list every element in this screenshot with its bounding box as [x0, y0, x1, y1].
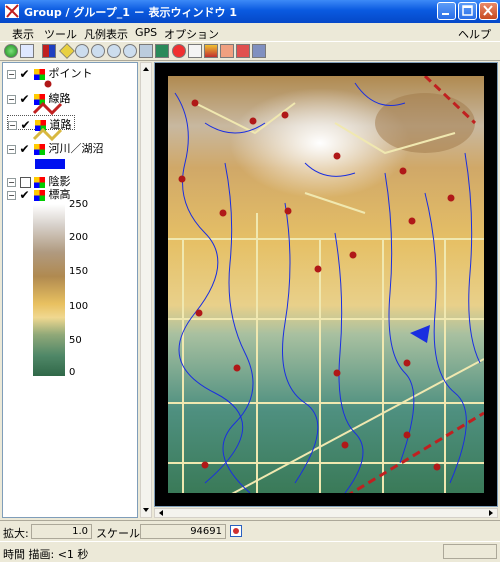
map-view[interactable]	[154, 62, 498, 507]
scale-field[interactable]: 94691	[140, 524, 226, 539]
menu-legend[interactable]: 凡例表示	[84, 26, 128, 42]
menu-bar: 表示 ツール 凡例表示 GPS オプション ヘルプ	[0, 23, 500, 41]
zoom-field[interactable]: 1.0	[31, 524, 92, 539]
vertical-scrollbar[interactable]	[140, 62, 152, 518]
horizontal-scrollbar[interactable]	[154, 508, 498, 518]
colorbar-tick: 0	[69, 367, 76, 378]
scale-apply-icon[interactable]	[230, 525, 242, 537]
menu-tools[interactable]: ツール	[44, 26, 77, 42]
collapse-icon[interactable]: −	[7, 94, 16, 104]
minimize-button[interactable]	[437, 2, 456, 20]
window-title: Group / グループ_1 － 表示ウィンドウ 1	[24, 6, 238, 19]
layer-type-icon	[34, 143, 45, 155]
zoom-in-icon[interactable]	[75, 44, 89, 58]
legend-layer-elevation[interactable]: − ✔ 標高	[7, 186, 71, 201]
collapse-icon[interactable]: −	[7, 144, 16, 154]
layer-label: 河川／湖沼	[48, 142, 104, 155]
minimize-icon	[442, 13, 449, 15]
select-area-icon[interactable]	[139, 44, 153, 58]
diamond-tool-icon[interactable]	[59, 43, 75, 59]
layer-checkbox[interactable]: ✔	[20, 189, 31, 201]
grid-tool-icon[interactable]	[155, 44, 169, 58]
scroll-up-icon[interactable]	[142, 65, 150, 73]
layer-checkbox[interactable]: ✔	[21, 119, 32, 131]
colorbar-tick: 100	[69, 301, 89, 312]
pan-arrows-icon[interactable]	[42, 44, 56, 58]
search-icon[interactable]	[172, 44, 186, 58]
railway-symbol	[33, 101, 63, 115]
collapse-icon[interactable]: −	[7, 69, 16, 79]
map-canvas[interactable]	[155, 63, 497, 506]
colorbar-tick: 150	[69, 266, 89, 277]
menu-gps[interactable]: GPS	[135, 26, 157, 39]
scale-label: スケール:	[96, 527, 144, 540]
legend-layer-hillshade[interactable]: − 陰影	[7, 173, 71, 188]
status-panel	[443, 544, 497, 559]
colorbar-tick: 50	[69, 335, 82, 346]
title-bar: Group / グループ_1 － 表示ウィンドウ 1	[0, 0, 500, 23]
layer-checkbox[interactable]: ✔	[20, 93, 31, 105]
maximize-icon	[462, 5, 473, 16]
menu-options[interactable]: オプション	[164, 26, 219, 42]
colorbar-tick: 250	[69, 199, 89, 210]
zoom-fit-icon[interactable]	[91, 44, 105, 58]
zoom-label: 拡大:	[3, 527, 29, 540]
menu-view[interactable]: 表示	[12, 26, 34, 42]
legend-layer-rivers[interactable]: − ✔ 河川／湖沼	[7, 140, 104, 155]
status-bar-time: 時間 描画: <1 秒	[0, 541, 500, 561]
zoom-previous-icon[interactable]	[123, 44, 137, 58]
menu-help[interactable]: ヘルプ	[458, 26, 491, 42]
print-icon[interactable]	[252, 44, 266, 58]
collapse-icon[interactable]: −	[7, 190, 16, 200]
app-icon	[5, 4, 19, 18]
refresh-icon[interactable]	[4, 44, 18, 58]
layer-tool-icon[interactable]	[236, 44, 250, 58]
measure-icon[interactable]	[220, 44, 234, 58]
collapse-icon[interactable]: −	[8, 120, 17, 130]
pointer-icon[interactable]	[188, 44, 202, 58]
elevation-colorbar	[33, 204, 65, 376]
map-image	[168, 76, 484, 493]
full-view-icon[interactable]	[20, 44, 34, 58]
zoom-out-icon[interactable]	[107, 44, 121, 58]
scroll-right-icon[interactable]	[487, 509, 495, 517]
close-button[interactable]	[479, 2, 498, 20]
maximize-button[interactable]	[458, 2, 477, 20]
close-icon	[483, 5, 493, 16]
scroll-down-icon[interactable]	[142, 506, 150, 514]
layer-checkbox[interactable]: ✔	[20, 68, 31, 80]
river-symbol	[35, 159, 65, 169]
point-symbol	[44, 80, 52, 88]
render-time-text: 時間 描画: <1 秒	[3, 548, 89, 561]
scroll-left-icon[interactable]	[157, 509, 165, 517]
layer-type-icon	[34, 189, 45, 201]
legend-panel: − ✔ ポイント − ✔ 線路 − ✔ 道路 − ✔ 河川／湖沼 − 陰影 − …	[2, 62, 138, 518]
layer-label: 標高	[48, 188, 71, 201]
colorbar-tick: 200	[69, 232, 89, 243]
layer-checkbox[interactable]: ✔	[20, 143, 31, 155]
edit-tool-icon[interactable]	[204, 44, 218, 58]
toolbar	[0, 41, 500, 61]
road-symbol	[33, 127, 63, 141]
status-bar: 拡大: 1.0 スケール: 94691	[0, 520, 500, 541]
